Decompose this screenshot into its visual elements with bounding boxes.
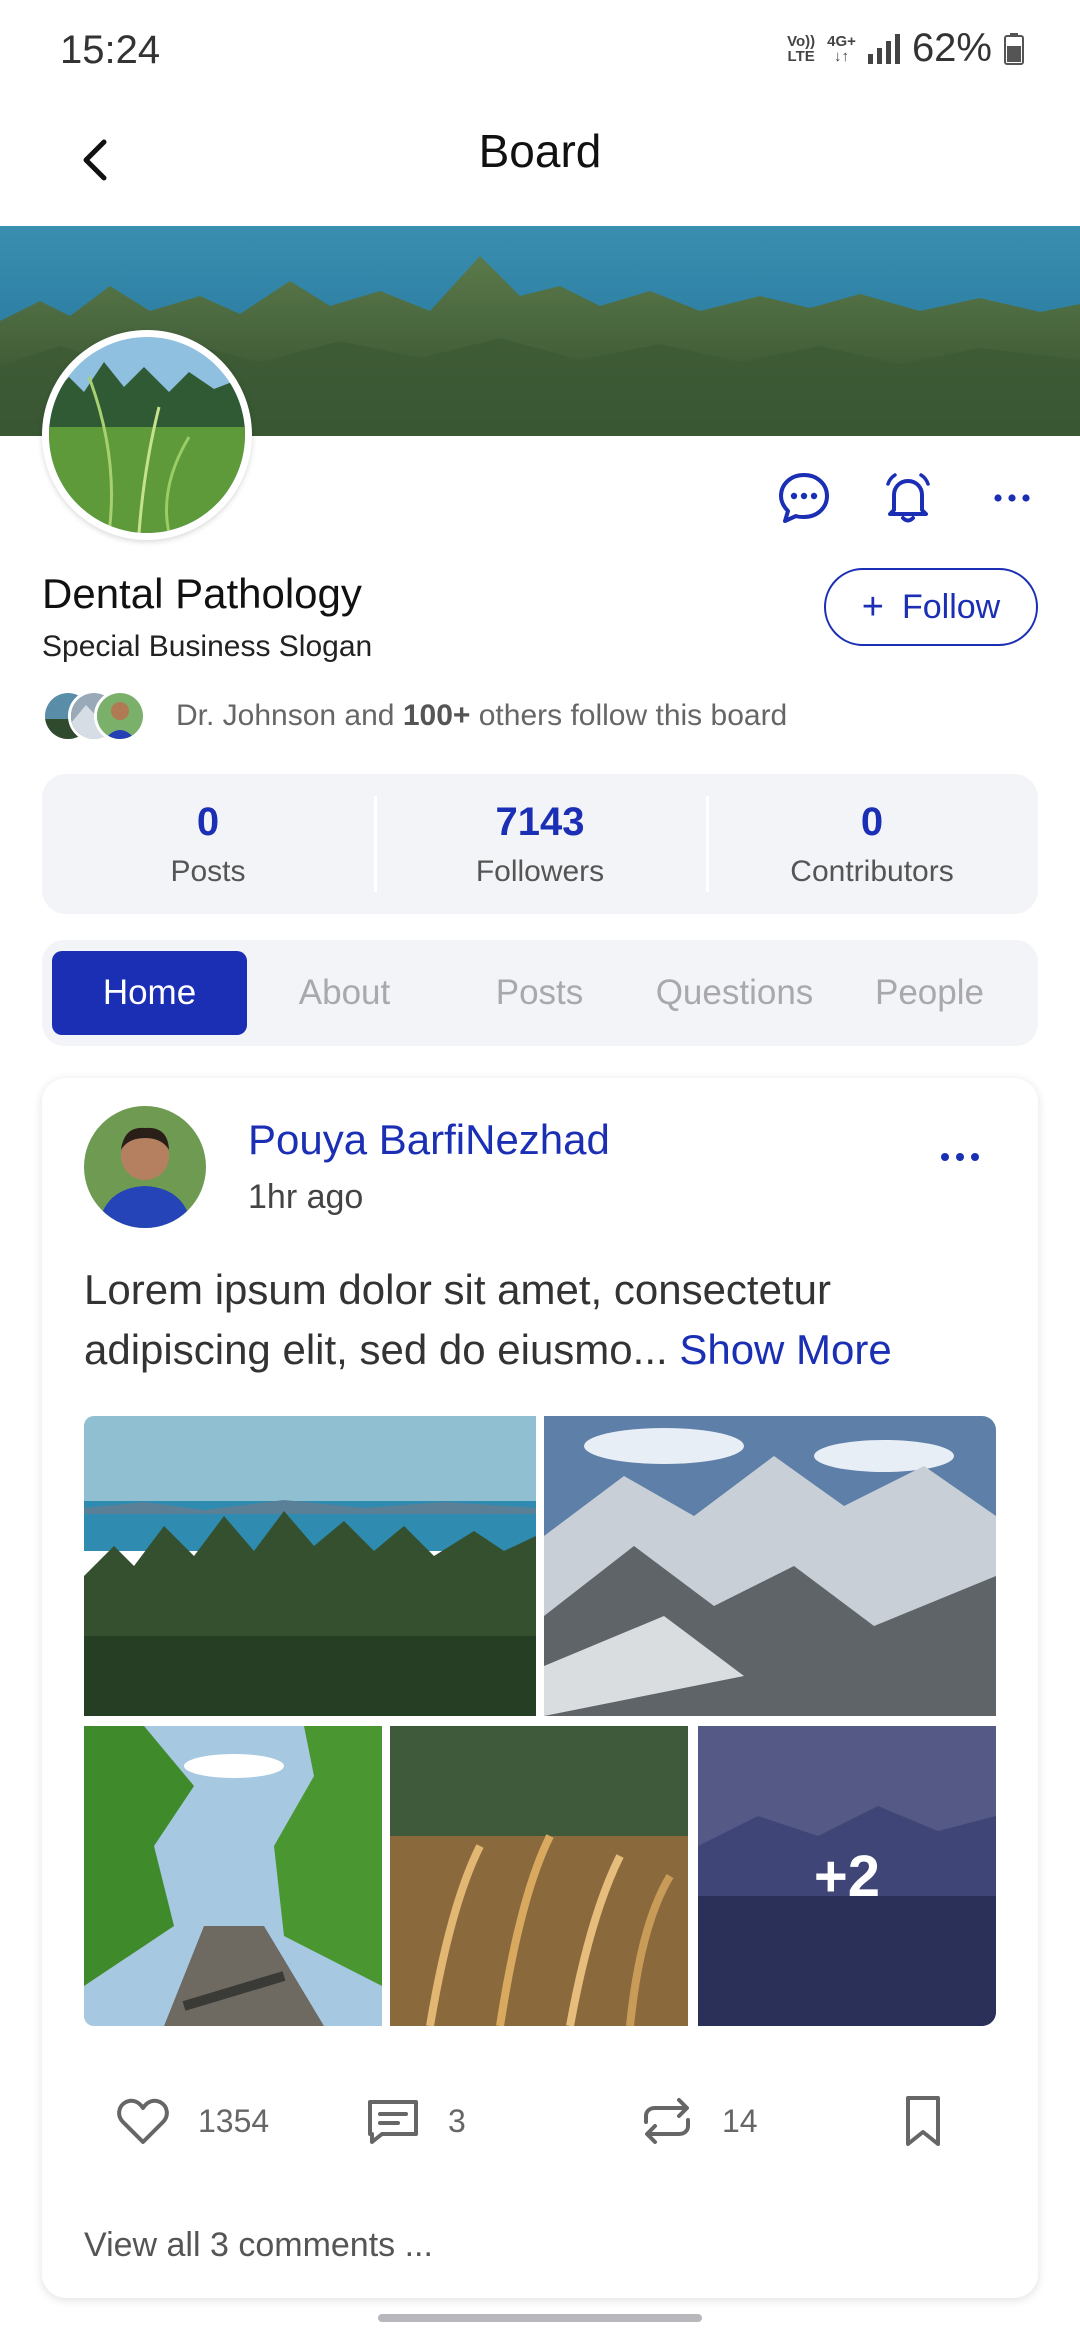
- comment-icon: [368, 2100, 418, 2144]
- network-type-indicator: 4G+ ↓↑: [827, 32, 856, 65]
- repost-count: 14: [722, 2102, 758, 2139]
- tab-people[interactable]: People: [832, 951, 1027, 1035]
- plus-icon: +: [861, 585, 884, 628]
- signal-icon: [867, 33, 900, 64]
- stat-followers[interactable]: 7143 Followers: [374, 774, 706, 914]
- bookmark-icon: [906, 2096, 940, 2146]
- follow-button[interactable]: + Follow: [824, 568, 1038, 646]
- post-body: Lorem ipsum dolor sit amet, consectetur …: [84, 1260, 1004, 1380]
- repost-icon: [644, 2098, 690, 2144]
- app-header: Board: [0, 100, 1080, 226]
- chat-bubble-icon[interactable]: [776, 470, 832, 526]
- more-images-count: +2: [698, 1726, 996, 2026]
- status-bar: 15:24 Vo)) LTE 4G+ ↓↑ 62%: [0, 0, 1080, 100]
- stat-value: 7143: [495, 799, 585, 844]
- tab-posts[interactable]: Posts: [442, 951, 637, 1035]
- more-options-icon[interactable]: [984, 470, 1040, 526]
- volte-indicator: Vo)) LTE: [787, 32, 816, 65]
- follower-avatar: [94, 690, 146, 742]
- page-title: Board: [478, 125, 602, 177]
- stat-label: Posts: [170, 854, 246, 888]
- bookmark-button[interactable]: [894, 2092, 952, 2150]
- like-count: 1354: [198, 2102, 270, 2139]
- status-time: 15:24: [60, 28, 161, 72]
- post-author-name[interactable]: Pouya BarfiNezhad: [248, 1116, 610, 1164]
- author-avatar[interactable]: [84, 1106, 206, 1228]
- battery-percent: 62%: [911, 26, 992, 70]
- status-icons: Vo)) LTE 4G+ ↓↑ 62%: [787, 26, 1024, 71]
- post-timestamp: 1hr ago: [248, 1178, 364, 1216]
- followers-text: Dr. Johnson and 100+ others follow this …: [176, 699, 788, 732]
- board-name: Dental Pathology: [42, 570, 362, 617]
- gallery-image[interactable]: [84, 1416, 536, 1716]
- gallery-image[interactable]: [390, 1726, 688, 2026]
- gallery-image[interactable]: [84, 1726, 382, 2026]
- battery-icon: [1004, 32, 1024, 65]
- stat-contributors[interactable]: 0 Contributors: [706, 774, 1038, 914]
- bell-icon[interactable]: [880, 470, 936, 526]
- follow-label: Follow: [901, 587, 1001, 626]
- view-all-comments-link[interactable]: View all 3 comments ...: [84, 2226, 433, 2265]
- board-actions: [776, 470, 1040, 526]
- tab-questions[interactable]: Questions: [637, 951, 832, 1035]
- stat-label: Followers: [475, 854, 605, 888]
- heart-icon: [117, 2098, 169, 2144]
- stat-value: 0: [196, 799, 220, 844]
- comment-count: 3: [448, 2102, 466, 2139]
- show-more-link[interactable]: Show More: [679, 1326, 891, 1373]
- home-indicator[interactable]: [378, 2314, 702, 2322]
- post-more-options-icon[interactable]: [938, 1150, 982, 1164]
- comment-button[interactable]: 3: [364, 2092, 466, 2150]
- gallery-image[interactable]: [544, 1416, 996, 1716]
- board-avatar: [42, 330, 252, 540]
- board-tabs: Home About Posts Questions People: [42, 940, 1038, 1046]
- followers-summary[interactable]: Dr. Johnson and 100+ others follow this …: [42, 690, 787, 742]
- tab-home[interactable]: Home: [52, 951, 247, 1035]
- gallery-image-more[interactable]: +2: [698, 1726, 996, 2026]
- board-stats: 0 Posts 7143 Followers 0 Contributors: [42, 774, 1038, 914]
- stat-posts[interactable]: 0 Posts: [42, 774, 374, 914]
- stat-value: 0: [860, 799, 884, 844]
- tab-about[interactable]: About: [247, 951, 442, 1035]
- like-button[interactable]: 1354: [114, 2092, 269, 2150]
- post-reactions: 1354 3 14: [114, 2082, 974, 2162]
- repost-button[interactable]: 14: [638, 2092, 758, 2150]
- post-card: Pouya BarfiNezhad 1hr ago Lorem ipsum do…: [42, 1078, 1038, 2298]
- board-slogan: Special Business Slogan: [42, 630, 373, 663]
- stat-label: Contributors: [790, 854, 954, 888]
- post-gallery: +2: [84, 1416, 996, 2032]
